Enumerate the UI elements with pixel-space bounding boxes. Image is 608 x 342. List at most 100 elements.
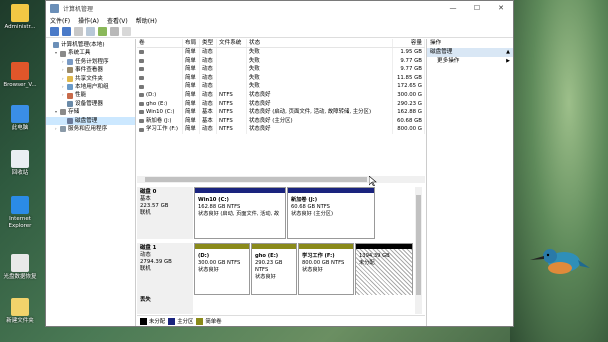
desktop-icon[interactable]: 回收站 (2, 150, 38, 177)
scroll-thumb[interactable] (145, 177, 367, 182)
tree-node-label: 任务计划程序 (75, 58, 109, 65)
cell-status: 失败 (247, 73, 393, 83)
tree-node[interactable]: › 事件查看器 (46, 66, 135, 74)
up-folder-icon[interactable] (74, 26, 83, 36)
tree-node[interactable]: › 任务计划程序 (46, 58, 135, 66)
table-row[interactable]: 简单 动态 失败 9.77 GB (137, 65, 425, 74)
cell-type: 动态 (200, 48, 217, 57)
partition-status: 状态良好 (启动, 页面文件, 活动, 故 (198, 211, 280, 217)
table-row[interactable]: gho (E:) 简单 动态 NTFS 状态良好 290.23 G (137, 99, 425, 109)
forward-arrow-icon[interactable] (62, 26, 71, 36)
tree-node-icon (67, 58, 73, 65)
col-volume[interactable]: 卷 (137, 39, 183, 47)
more-actions-item[interactable]: 更多操作 ▶ (427, 57, 513, 66)
partition-info: gho (E:) 290.23 GB NTFS 状态良好 (252, 249, 296, 295)
properties-icon[interactable] (86, 26, 95, 36)
tree-node[interactable]: 计算机管理(本地) (46, 41, 135, 49)
desktop-icon[interactable]: Administr... (2, 4, 38, 31)
desktop-icon[interactable]: 此电脑 (2, 105, 38, 132)
menu-help[interactable]: 帮助(H) (136, 16, 157, 25)
partition-name: 学习工作 (F:) (302, 253, 335, 259)
window-title: 计算机管理 (63, 5, 94, 13)
disk-label[interactable]: 磁盘 0 基本 223.57 GB 联机 (137, 187, 193, 239)
partition-block[interactable]: Win10 (C:) 162.88 GB NTFS 状态良好 (启动, 页面文件, … (194, 187, 286, 239)
desktop-icons: Administr... Browser_V... 此电脑回收站 Internet E… (0, 0, 40, 342)
col-status[interactable]: 状态 (247, 39, 393, 47)
menu-bar: 文件(F) 操作(A) 查看(V) 帮助(H) (46, 15, 513, 25)
tree-node-label: 服务和应用程序 (68, 125, 108, 132)
desktop-icon[interactable]: 光盘数据恢复 (2, 254, 38, 281)
cell-capacity: 9.77 GB (393, 65, 425, 74)
table-row[interactable]: 学习工作 (F:) 简单 动态 NTFS 状态良好 800.00 G (137, 125, 425, 134)
cell-capacity: 60.68 GB (393, 116, 425, 126)
tree-node[interactable]: ▾ 系统工具 (46, 49, 135, 57)
tree-node[interactable]: ▾ 存储 (46, 108, 135, 116)
col-layout[interactable]: 布局 (183, 39, 200, 47)
chevron-right-icon: ▶ (506, 58, 510, 64)
tree-node[interactable]: › 共享文件夹 (46, 75, 135, 83)
partition-status: 状态良好 (主分区) (291, 211, 334, 217)
desktop-icon[interactable]: Internet Explorer (2, 196, 38, 229)
tree-node-icon (60, 109, 66, 116)
help-icon[interactable] (98, 26, 107, 36)
cell-layout: 简单 (183, 65, 200, 74)
table-row[interactable]: 简单 动态 失败 9.77 GB (137, 56, 425, 66)
tree-node-icon (67, 67, 73, 74)
partition-block[interactable]: 学习工作 (F:) 800.00 GB NTFS 状态良好 (298, 243, 354, 295)
tree-node-icon (60, 126, 66, 133)
scroll-thumb[interactable] (416, 195, 421, 295)
tree-node[interactable]: 磁盘管理 (46, 116, 135, 125)
desktop-icon-label: Internet Explorer (8, 216, 32, 229)
cell-status: 失败 (247, 56, 393, 66)
desktop-icon[interactable]: 新建文件夹 (2, 298, 38, 325)
vertical-scrollbar[interactable] (415, 187, 422, 314)
tree-node[interactable]: 设备管理器 (46, 100, 135, 108)
col-capacity[interactable]: 容量 (393, 39, 425, 47)
disk-label[interactable]: 磁盘 1 动态 2794.39 GB 联机 (137, 243, 193, 295)
cell-filesystem: NTFS (217, 116, 247, 126)
maximize-button[interactable]: ☐ (465, 1, 489, 15)
close-button[interactable]: ✕ (489, 1, 513, 15)
desktop-icon[interactable]: Browser_V... (2, 62, 38, 89)
tree-node[interactable]: › 本地用户和组 (46, 83, 135, 91)
cell-type: 动态 (200, 65, 217, 74)
back-arrow-icon[interactable] (50, 26, 59, 36)
col-filesystem[interactable]: 文件系统 (217, 39, 247, 47)
console-tree: 计算机管理(本地) ▾ 系统工具 › 任务计划程序 › 事件查看器 › 共享文件夹 › 本地用户和组… (46, 39, 136, 326)
settings-icon[interactable] (122, 26, 131, 36)
menu-file[interactable]: 文件(F) (50, 16, 70, 25)
table-row[interactable]: Win10 (C:) 简单 基本 NTFS 状态良好 (启动, 页面文件, 活动, 故障… (137, 108, 425, 117)
table-row[interactable]: (D:) 简单 动态 NTFS 状态良好 300.00 G (137, 90, 425, 100)
table-row[interactable]: 简单 动态 失败 11.85 GB (137, 73, 425, 83)
partition-block[interactable]: (D:) 300.00 GB NTFS 状态良好 (194, 243, 250, 295)
col-type[interactable]: 类型 (200, 39, 217, 47)
partition-info: 学习工作 (F:) 800.00 GB NTFS 状态良好 (299, 249, 353, 295)
actions-section-disk-management[interactable]: 磁盘管理 ▲ (427, 48, 513, 57)
desktop-icon-label: 回收站 (11, 170, 29, 176)
refresh-icon[interactable] (110, 26, 119, 36)
tree-node-icon (67, 117, 73, 124)
partition-block[interactable]: gho (E:) 290.23 GB NTFS 状态良好 (251, 243, 297, 295)
menu-action[interactable]: 操作(A) (78, 16, 99, 25)
horizontal-scrollbar[interactable] (137, 176, 425, 183)
partition-block[interactable]: 新加卷 (J:) 60.68 GB NTFS 状态良好 (主分区) (287, 187, 375, 239)
cell-filesystem (217, 48, 247, 57)
cell-filesystem: NTFS (217, 125, 247, 134)
table-row[interactable]: 简单 动态 失败 1.95 GB (137, 48, 425, 57)
partition-name: 新加卷 (J:) (291, 197, 318, 203)
legend-swatch (140, 317, 147, 325)
tree-node[interactable]: › 服务和应用程序 (46, 125, 135, 133)
table-row[interactable]: 简单 动态 失败 172.65 G (137, 82, 425, 91)
title-bar[interactable]: 计算机管理 — ☐ ✕ (46, 1, 513, 15)
disk-type: 动态 (140, 252, 151, 258)
partition-name: (D:) (198, 253, 210, 259)
menu-view[interactable]: 查看(V) (107, 16, 128, 25)
table-row[interactable]: 新加卷 (J:) 简单 基本 NTFS 状态良好 (主分区) 60.68 GB (137, 116, 425, 126)
cell-filesystem (217, 82, 247, 91)
minimize-button[interactable]: — (441, 1, 465, 15)
partition-block[interactable]: 1394.39 GB 未分配 (355, 243, 413, 295)
disk-label[interactable]: 丢失 (137, 295, 193, 314)
cell-volume-wrap: 新加卷 (J:) (137, 116, 183, 126)
tree-node[interactable]: › 性能 (46, 91, 135, 99)
cell-type: 动态 (200, 99, 217, 109)
